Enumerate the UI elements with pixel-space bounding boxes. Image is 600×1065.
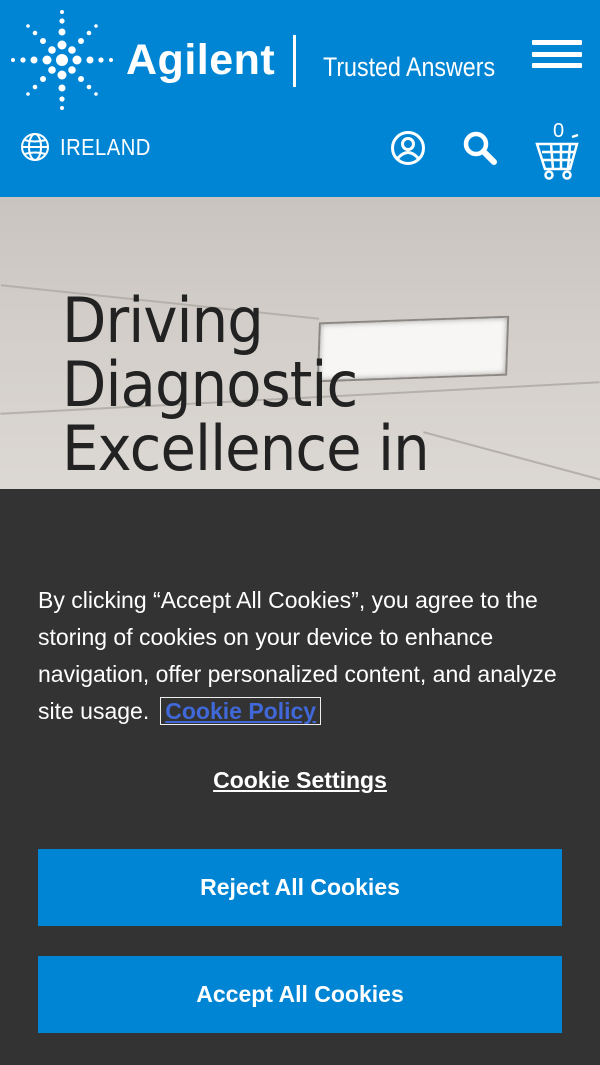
cart-icon[interactable] bbox=[534, 120, 584, 182]
brand-tagline: Trusted Answers bbox=[323, 52, 496, 82]
hero-title-line: Diagnostic bbox=[62, 348, 358, 421]
menu-icon-bar bbox=[532, 40, 582, 45]
cookie-banner: By clicking “Accept All Cookies”, you ag… bbox=[0, 489, 600, 1065]
menu-icon-bar bbox=[532, 52, 582, 57]
globe-icon bbox=[21, 133, 49, 161]
region-label: IRELAND bbox=[60, 133, 151, 160]
site-header: Agilent Trusted Answers IRELAND 0 bbox=[0, 0, 600, 197]
agilent-spark-logo-icon[interactable] bbox=[8, 8, 116, 112]
hero-title-line: Driving bbox=[62, 284, 264, 357]
menu-icon-bar bbox=[532, 63, 582, 68]
accept-all-cookies-button[interactable]: Accept All Cookies bbox=[38, 956, 562, 1033]
cookie-settings-button[interactable]: Cookie Settings bbox=[0, 767, 600, 794]
cookie-consent-text: By clicking “Accept All Cookies”, you ag… bbox=[38, 582, 578, 730]
hero-banner: Driving Diagnostic Excellence in bbox=[0, 197, 600, 489]
brand-name[interactable]: Agilent bbox=[126, 36, 275, 85]
brand-divider bbox=[293, 35, 296, 87]
search-icon[interactable] bbox=[462, 130, 498, 166]
hero-title: Driving Diagnostic Excellence in bbox=[62, 289, 456, 481]
menu-button[interactable] bbox=[532, 40, 582, 68]
region-selector[interactable]: IRELAND bbox=[20, 132, 163, 162]
hero-title-line: Excellence in bbox=[62, 412, 430, 485]
cookie-policy-link[interactable]: Cookie Policy bbox=[160, 697, 322, 725]
user-account-icon[interactable] bbox=[390, 130, 426, 166]
reject-all-cookies-button[interactable]: Reject All Cookies bbox=[38, 849, 562, 926]
